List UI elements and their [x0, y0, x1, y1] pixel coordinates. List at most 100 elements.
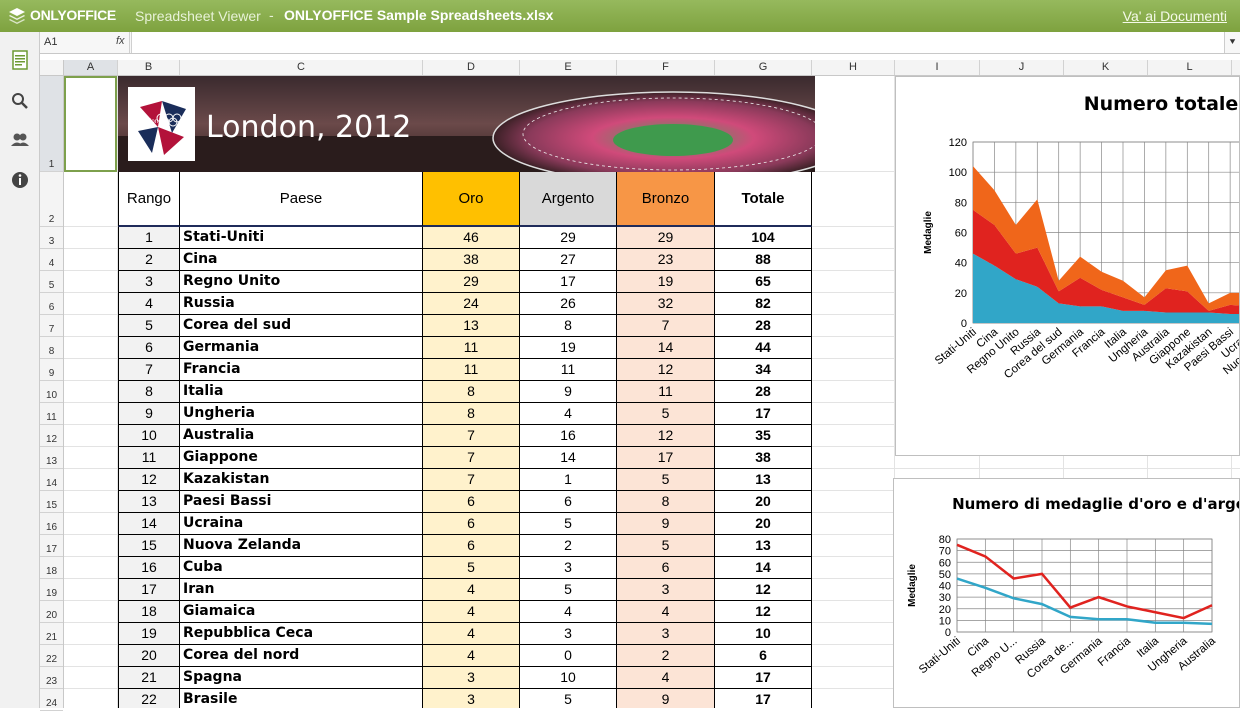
silver-cell[interactable]: 14 [520, 447, 617, 469]
gold-cell[interactable]: 4 [423, 601, 520, 623]
total-cell[interactable]: 17 [715, 403, 812, 425]
silver-cell[interactable]: 27 [520, 249, 617, 271]
silver-cell[interactable]: 5 [520, 689, 617, 708]
total-cell[interactable]: 13 [715, 535, 812, 557]
silver-cell[interactable]: 1 [520, 469, 617, 491]
country-cell[interactable]: Stati-Uniti [180, 227, 423, 249]
row-header-15[interactable]: 15 [40, 491, 63, 513]
gold-cell[interactable]: 3 [423, 667, 520, 689]
rank-cell[interactable]: 20 [118, 645, 180, 667]
column-header-H[interactable]: H [812, 60, 895, 75]
row-header-8[interactable]: 8 [40, 337, 63, 359]
gold-cell[interactable]: 7 [423, 425, 520, 447]
row-header-10[interactable]: 10 [40, 381, 63, 403]
row-header-21[interactable]: 21 [40, 623, 63, 645]
bronze-cell[interactable]: 8 [617, 491, 715, 513]
search-icon[interactable] [10, 91, 30, 111]
column-header-G[interactable]: G [715, 60, 812, 75]
users-icon[interactable] [10, 130, 30, 150]
silver-cell[interactable]: 3 [520, 623, 617, 645]
gold-cell[interactable]: 4 [423, 645, 520, 667]
gold-cell[interactable]: 11 [423, 359, 520, 381]
row-header-20[interactable]: 20 [40, 601, 63, 623]
row-header-14[interactable]: 14 [40, 469, 63, 491]
silver-cell[interactable]: 4 [520, 403, 617, 425]
gold-cell[interactable]: 4 [423, 579, 520, 601]
row-header-19[interactable]: 19 [40, 579, 63, 601]
bronze-cell[interactable]: 5 [617, 535, 715, 557]
column-header-E[interactable]: E [520, 60, 617, 75]
bronze-cell[interactable]: 6 [617, 557, 715, 579]
rank-cell[interactable]: 21 [118, 667, 180, 689]
country-cell[interactable]: Ungheria [180, 403, 423, 425]
column-header-F[interactable]: F [617, 60, 715, 75]
country-cell[interactable]: Germania [180, 337, 423, 359]
country-cell[interactable]: Corea del nord [180, 645, 423, 667]
total-cell[interactable]: 14 [715, 557, 812, 579]
total-cell[interactable]: 28 [715, 381, 812, 403]
document-icon[interactable] [10, 50, 30, 70]
total-cell[interactable]: 104 [715, 227, 812, 249]
gold-cell[interactable]: 11 [423, 337, 520, 359]
country-cell[interactable]: Italia [180, 381, 423, 403]
total-cell[interactable]: 12 [715, 579, 812, 601]
total-cell[interactable]: 17 [715, 689, 812, 708]
total-cell[interactable]: 82 [715, 293, 812, 315]
total-cell[interactable]: 65 [715, 271, 812, 293]
bronze-cell[interactable]: 14 [617, 337, 715, 359]
column-header-L[interactable]: L [1148, 60, 1232, 75]
rank-cell[interactable]: 1 [118, 227, 180, 249]
silver-cell[interactable]: 8 [520, 315, 617, 337]
rank-cell[interactable]: 10 [118, 425, 180, 447]
bronze-cell[interactable]: 5 [617, 469, 715, 491]
country-cell[interactable]: Ucraina [180, 513, 423, 535]
country-cell[interactable]: Iran [180, 579, 423, 601]
bronze-cell[interactable]: 12 [617, 359, 715, 381]
total-cell[interactable]: 20 [715, 491, 812, 513]
silver-cell[interactable]: 17 [520, 271, 617, 293]
silver-cell[interactable]: 0 [520, 645, 617, 667]
row-header-22[interactable]: 22 [40, 645, 63, 667]
country-cell[interactable]: Corea del sud [180, 315, 423, 337]
country-cell[interactable]: Giamaica [180, 601, 423, 623]
rank-cell[interactable]: 9 [118, 403, 180, 425]
silver-cell[interactable]: 29 [520, 227, 617, 249]
country-cell[interactable]: Giappone [180, 447, 423, 469]
column-header-J[interactable]: J [980, 60, 1064, 75]
bronze-cell[interactable]: 32 [617, 293, 715, 315]
total-cell[interactable]: 34 [715, 359, 812, 381]
gold-cell[interactable]: 6 [423, 513, 520, 535]
rank-cell[interactable]: 13 [118, 491, 180, 513]
column-header-B[interactable]: B [118, 60, 180, 75]
rank-cell[interactable]: 2 [118, 249, 180, 271]
selected-cell-a1[interactable] [64, 76, 117, 172]
total-cell[interactable]: 38 [715, 447, 812, 469]
rank-cell[interactable]: 12 [118, 469, 180, 491]
gold-cell[interactable]: 7 [423, 447, 520, 469]
bronze-cell[interactable]: 7 [617, 315, 715, 337]
silver-cell[interactable]: 11 [520, 359, 617, 381]
column-header-C[interactable]: C [180, 60, 423, 75]
gold-cell[interactable]: 29 [423, 271, 520, 293]
go-to-documents-link[interactable]: Va' ai Documenti [1123, 8, 1227, 24]
row-header-13[interactable]: 13 [40, 447, 63, 469]
silver-cell[interactable]: 9 [520, 381, 617, 403]
total-cell[interactable]: 13 [715, 469, 812, 491]
row-header-3[interactable]: 3 [40, 227, 63, 249]
rank-cell[interactable]: 19 [118, 623, 180, 645]
country-cell[interactable]: Brasile [180, 689, 423, 708]
silver-cell[interactable]: 10 [520, 667, 617, 689]
rank-cell[interactable]: 14 [118, 513, 180, 535]
total-cell[interactable]: 12 [715, 601, 812, 623]
total-medals-chart[interactable]: Numero totale 0 20 40 60 80 100 120 Stati-Uniti C… [895, 76, 1240, 456]
gold-cell[interactable]: 6 [423, 535, 520, 557]
silver-cell[interactable]: 26 [520, 293, 617, 315]
silver-cell[interactable]: 4 [520, 601, 617, 623]
rank-cell[interactable]: 22 [118, 689, 180, 708]
total-cell[interactable]: 17 [715, 667, 812, 689]
row-header-7[interactable]: 7 [40, 315, 63, 337]
silver-cell[interactable]: 5 [520, 579, 617, 601]
select-all-corner[interactable] [40, 60, 64, 75]
row-header-1[interactable]: 1 [40, 76, 63, 172]
rank-cell[interactable]: 15 [118, 535, 180, 557]
